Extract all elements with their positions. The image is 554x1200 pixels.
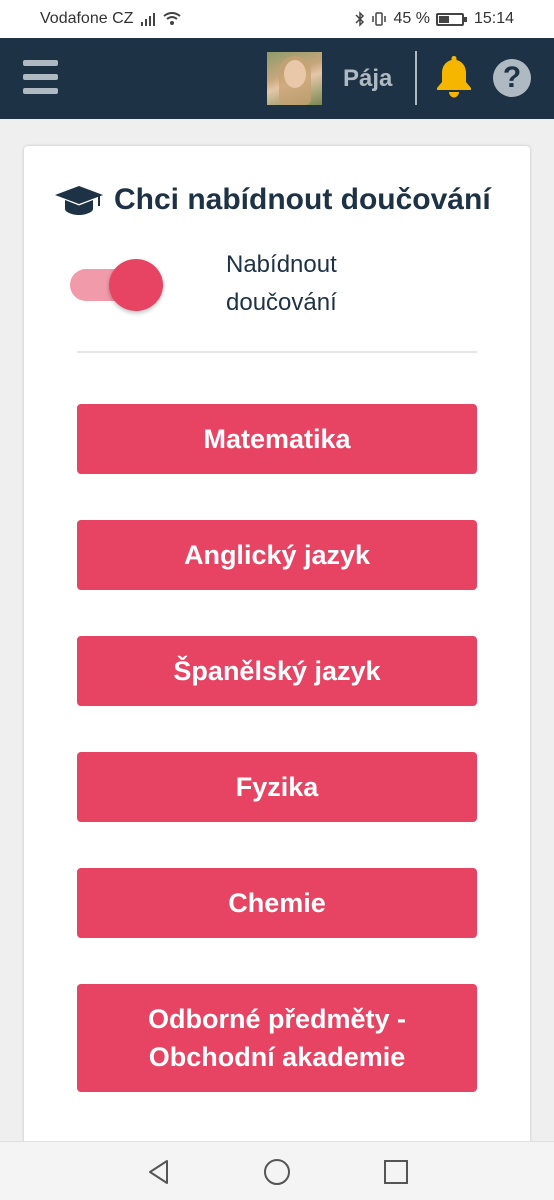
subject-list: Matematika Anglický jazyk Španělský jazy… [77,404,477,1138]
help-icon[interactable]: ? [493,59,531,97]
subject-button-fyzika[interactable]: Fyzika [77,752,477,822]
offer-tutoring-card: Chci nabídnout doučování Nabídnout doučo… [24,146,530,1146]
home-icon[interactable] [263,1158,291,1186]
signal-icon [141,12,156,26]
status-left: Vodafone CZ [40,10,182,28]
carrier-name: Vodafone CZ [40,10,134,27]
card-title: Chci nabídnout doučování [114,183,491,216]
subject-button-odborne-predmety[interactable]: Odborné předměty - Obchodní akademie [77,984,477,1092]
wifi-icon [163,12,182,25]
menu-icon[interactable] [23,60,58,94]
offer-tutoring-toggle[interactable] [70,259,164,311]
divider [77,351,477,353]
status-bar: Vodafone CZ 45 % 15:14 [0,0,554,38]
battery-percent: 45 % [393,10,430,27]
graduation-cap-icon [55,186,103,215]
subject-button-chemie[interactable]: Chemie [77,868,477,938]
status-right: 45 % 15:14 [355,10,514,28]
toggle-knob [109,259,163,311]
clock: 15:14 [473,10,514,27]
header-divider [415,51,417,105]
recents-icon[interactable] [382,1158,410,1186]
back-icon[interactable] [145,1158,173,1186]
bell-icon[interactable] [434,54,474,100]
subject-button-matematika[interactable]: Matematika [77,404,477,474]
battery-icon [435,12,467,26]
user-name[interactable]: Pája [343,65,392,93]
system-nav-bar [0,1141,554,1200]
avatar[interactable] [267,52,322,105]
bluetooth-icon [355,11,365,27]
app-header: Pája ? [0,38,554,119]
subject-button-anglicky-jazyk[interactable]: Anglický jazyk [77,520,477,590]
card-title-row: Chci nabídnout doučování [54,180,524,220]
subject-button-spanelsky-jazyk[interactable]: Španělský jazyk [77,636,477,706]
toggle-label: Nabídnout doučování [226,251,337,316]
vibrate-icon [372,12,387,26]
